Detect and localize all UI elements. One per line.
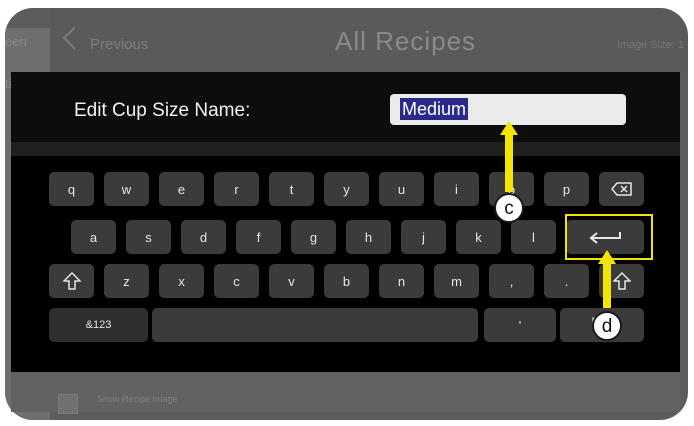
key-s[interactable]: s (126, 220, 171, 254)
key-x[interactable]: x (159, 264, 204, 298)
selected-text: Medium (400, 98, 469, 120)
key-t[interactable]: t (269, 172, 314, 206)
key-u[interactable]: u (379, 172, 424, 206)
numbers-key[interactable]: &123 (49, 308, 148, 342)
key-c[interactable]: c (214, 264, 259, 298)
space-bar[interactable] (152, 308, 478, 342)
key-w[interactable]: w (104, 172, 149, 206)
edit-label: Edit Cup Size Name: (74, 100, 251, 121)
key-r[interactable]: r (214, 172, 259, 206)
page-title: All Recipes (335, 26, 477, 56)
previous-button[interactable]: Previous (90, 36, 148, 53)
callout-c: c (494, 193, 524, 223)
arrow-c-line (505, 134, 513, 192)
callout-d: d (592, 311, 622, 341)
key-g[interactable]: g (291, 220, 336, 254)
key-a[interactable]: a (71, 220, 116, 254)
arrow-d-head (598, 250, 616, 264)
key-b[interactable]: b (324, 264, 369, 298)
key-apostrophe[interactable]: ' (484, 308, 556, 342)
key-j[interactable]: j (401, 220, 446, 254)
key-z[interactable]: z (104, 264, 149, 298)
key-y[interactable]: y (324, 172, 369, 206)
key-m[interactable]: m (434, 264, 479, 298)
image-size-label: Image Size: 1 (616, 39, 684, 51)
key-comma[interactable]: , (489, 264, 534, 298)
key-q[interactable]: q (49, 172, 94, 206)
background-options: Show Recipe Image (11, 372, 680, 414)
top-bar: Previous All Recipes Image Size: 1 (50, 8, 688, 72)
shift-icon (612, 272, 631, 290)
key-v[interactable]: v (269, 264, 314, 298)
key-d[interactable]: d (181, 220, 226, 254)
shift-icon (62, 272, 81, 290)
key-p[interactable]: p (544, 172, 589, 206)
backspace-key[interactable] (599, 172, 644, 206)
left-label-1: een (5, 34, 27, 49)
show-recipe-image-checkbox[interactable] (58, 394, 78, 414)
key-f[interactable]: f (236, 220, 281, 254)
key-k[interactable]: k (456, 220, 501, 254)
key-n[interactable]: n (379, 264, 424, 298)
show-recipe-image-label: Show Recipe Image (97, 394, 178, 404)
key-period[interactable]: . (544, 264, 589, 298)
key-h[interactable]: h (346, 220, 391, 254)
arrow-d-line (603, 263, 611, 308)
edit-name-dialog: Edit Cup Size Name: Medium (11, 72, 680, 142)
arrow-c-head (500, 121, 518, 135)
key-e[interactable]: e (159, 172, 204, 206)
key-i[interactable]: i (434, 172, 479, 206)
chevron-left-icon[interactable] (62, 26, 86, 50)
shift-key-left[interactable] (49, 264, 94, 298)
key-l[interactable]: l (511, 220, 556, 254)
onscreen-keyboard: q w e r t y u i o p a s d f g h j k l z … (11, 156, 680, 372)
backspace-icon (610, 182, 632, 196)
